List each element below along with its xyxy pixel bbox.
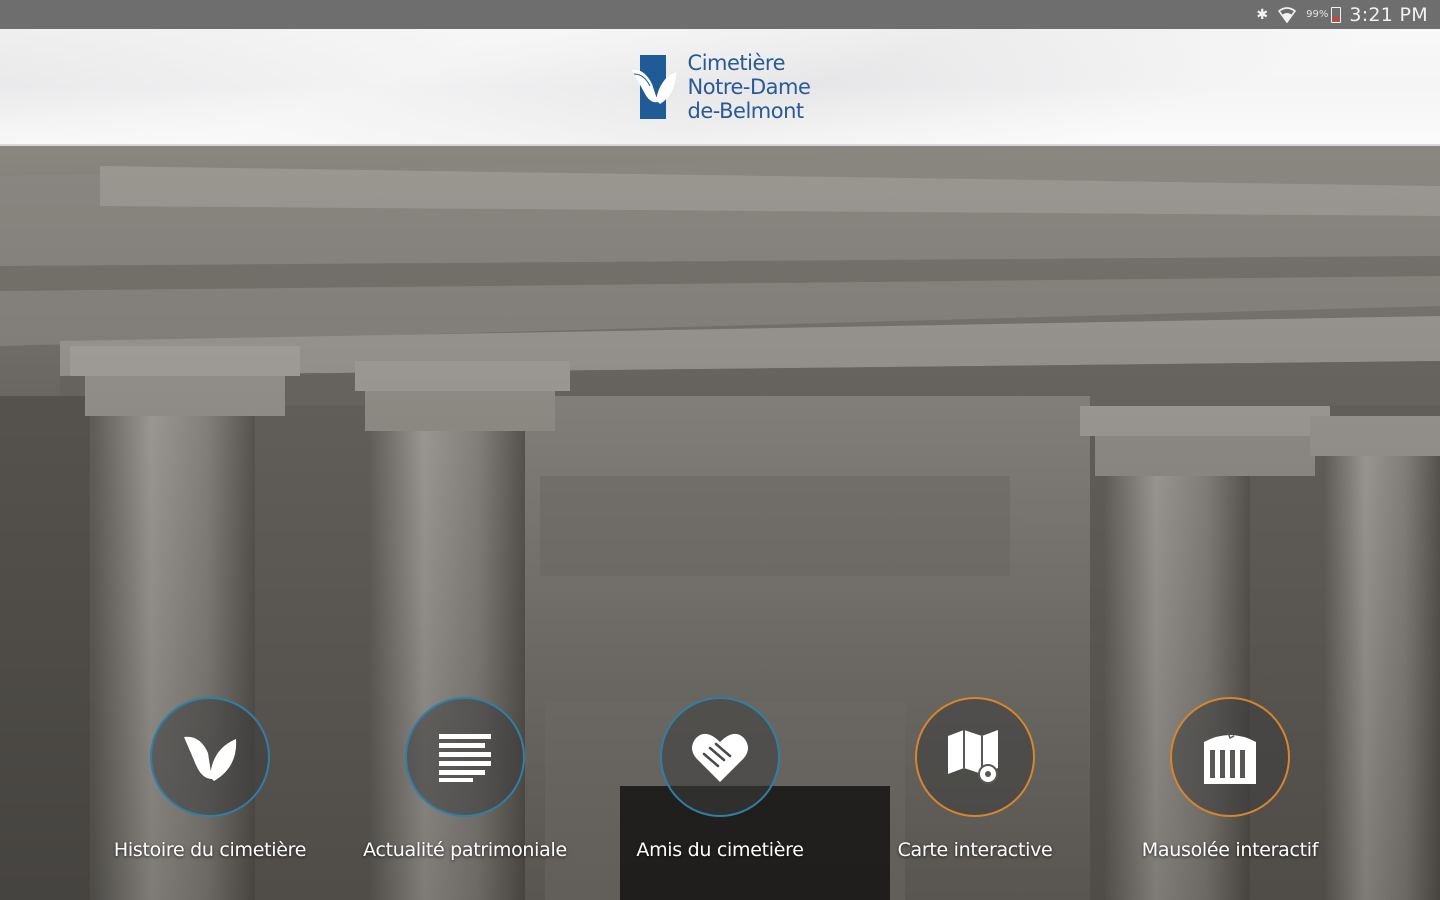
text-lines-icon <box>439 734 491 782</box>
menu-item-amis-label: Amis du cimetière <box>636 839 804 861</box>
main-menu: Histoire du cimetière Actualité patrimon… <box>0 697 1440 887</box>
mausoleum-icon <box>1204 731 1256 784</box>
menu-item-mausolee-circle[interactable] <box>1170 697 1290 817</box>
bluetooth-icon: ✱ <box>1256 6 1269 23</box>
menu-item-carte-label: Carte interactive <box>897 839 1053 861</box>
battery-icon <box>1331 6 1342 23</box>
menu-item-actualite[interactable]: Actualité patrimoniale <box>345 697 585 861</box>
menu-item-mausolee-label: Mausolée interactif <box>1141 839 1319 861</box>
logo: Cimetière Notre-Dame de-Belmont <box>630 51 811 123</box>
menu-item-histoire[interactable]: Histoire du cimetière <box>90 697 330 861</box>
clock: 3:21 PM <box>1349 3 1428 26</box>
heart-handshake-icon <box>692 733 748 782</box>
menu-item-carte-circle[interactable] <box>915 697 1035 817</box>
menu-item-amis[interactable]: Amis du cimetière <box>600 697 840 861</box>
logo-emblem-icon <box>631 54 676 119</box>
menu-item-actualite-circle[interactable] <box>405 697 525 817</box>
menu-item-histoire-circle[interactable] <box>150 697 270 817</box>
logo-line-1: Cimetière <box>687 50 786 75</box>
logo-line-2: Notre-Dame <box>687 74 811 99</box>
status-bar: ✱ 99% 3:21 PM <box>0 0 1440 29</box>
battery-percent: 99% <box>1306 9 1329 20</box>
logo-line-3: de-Belmont <box>687 98 805 123</box>
menu-item-actualite-label: Actualité patrimoniale <box>363 839 567 861</box>
map-icon <box>948 730 998 784</box>
app-header: Cimetière Notre-Dame de-Belmont <box>0 29 1440 146</box>
leaf-icon <box>184 736 237 781</box>
menu-item-amis-circle[interactable] <box>660 697 780 817</box>
menu-item-mausolee[interactable]: Mausolée interactif <box>1110 697 1350 861</box>
menu-item-carte[interactable]: Carte interactive <box>855 697 1095 861</box>
menu-item-histoire-label: Histoire du cimetière <box>113 839 307 861</box>
wifi-icon <box>1278 6 1297 23</box>
